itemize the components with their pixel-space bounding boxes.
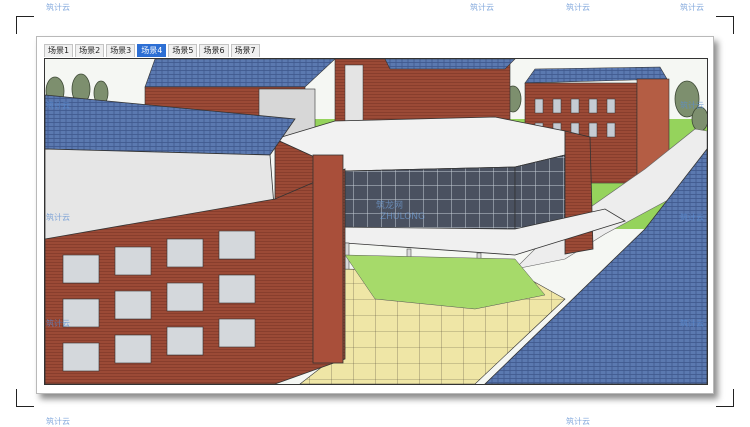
crop-mark-top-left-v [16,16,17,34]
tab-scene-3[interactable]: 场景3 [106,43,136,57]
scene-tab-bar: 场景1 场景2 场景3 场景4 场景5 场景6 场景7 [44,43,260,57]
crop-mark-top-right-h [716,16,734,17]
watermark: 筑计云 [46,3,70,12]
watermark: 筑计云 [46,417,70,426]
tab-scene-4[interactable]: 场景4 [137,43,167,57]
crop-mark-top-left-h [16,16,34,17]
crop-mark-bottom-left-v [16,389,17,407]
tab-scene-2[interactable]: 场景2 [75,43,105,57]
crop-mark-top-right-v [733,16,734,34]
tab-scene-1[interactable]: 场景1 [44,43,74,57]
watermark: 筑计云 [680,3,704,12]
tab-scene-6[interactable]: 场景6 [199,43,229,57]
crop-mark-bottom-left-h [16,406,34,407]
watermark: 筑计云 [566,3,590,12]
background-building-center [334,59,516,124]
tab-scene-7[interactable]: 场景7 [230,43,260,57]
watermark: 筑计云 [566,417,590,426]
crop-mark-bottom-right-h [716,406,734,407]
campus-scene [45,59,707,384]
3d-model-viewport[interactable] [44,58,708,385]
tab-scene-5[interactable]: 场景5 [168,43,198,57]
watermark: 筑计云 [470,3,494,12]
crop-mark-bottom-right-v [733,389,734,407]
